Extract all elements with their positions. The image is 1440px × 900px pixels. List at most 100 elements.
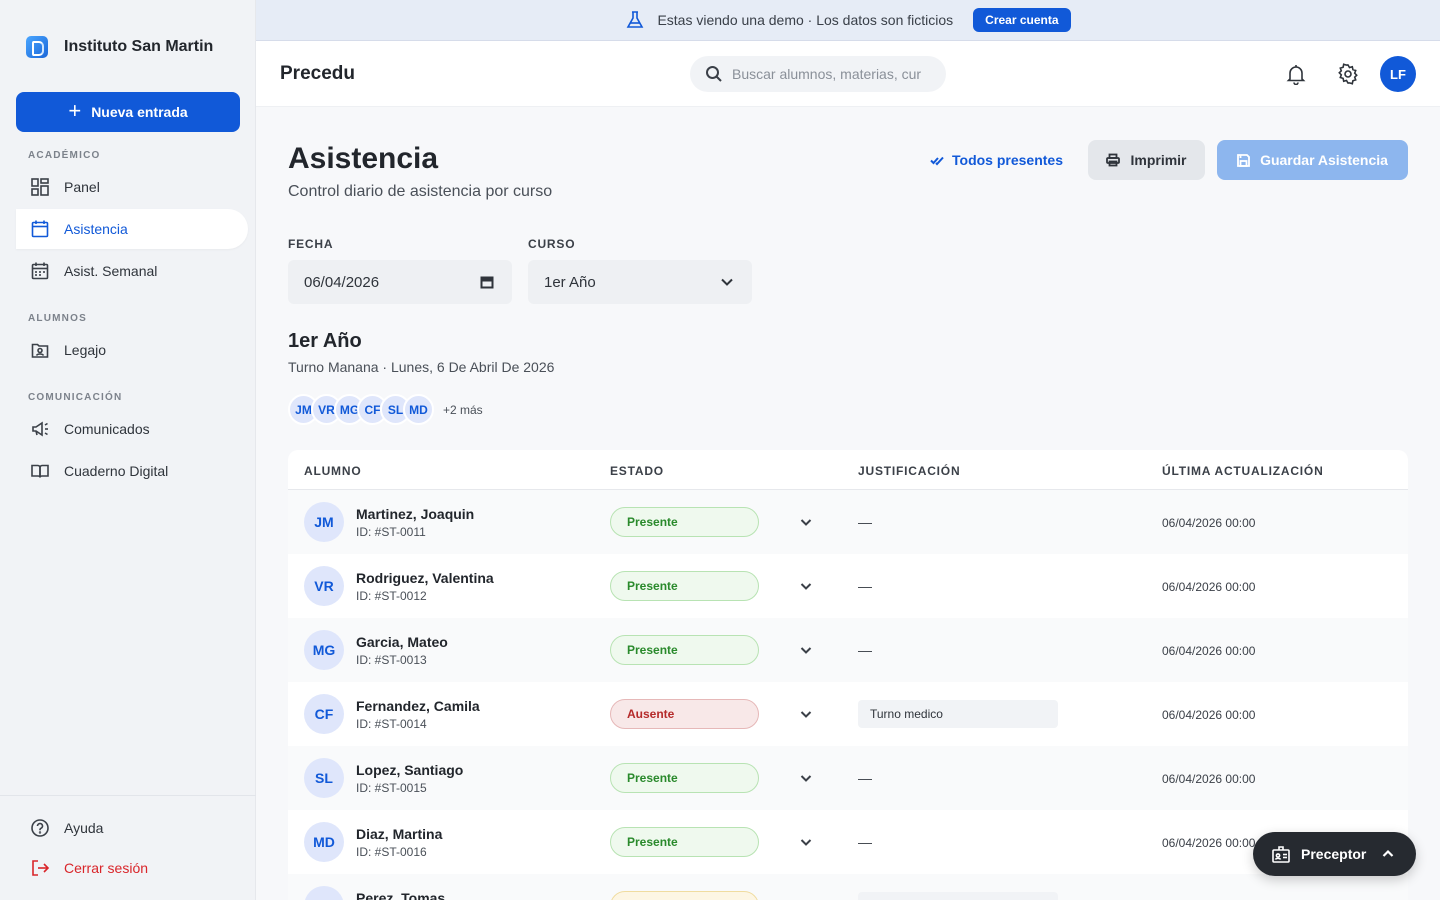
new-entry-button[interactable]: + Nueva entrada xyxy=(16,92,240,132)
brand-name: Instituto San Martin xyxy=(64,38,214,55)
topbar: Precedu LF xyxy=(256,41,1440,107)
sidebar-item-ayuda[interactable]: Ayuda xyxy=(16,808,248,848)
status-select[interactable]: Presente xyxy=(610,507,759,537)
sidebar-item-comunicados[interactable]: Comunicados xyxy=(16,409,248,449)
table-body: JM Martinez, Joaquin ID: #ST-0011 Presen… xyxy=(288,490,1408,900)
student-name[interactable]: Martinez, Joaquin xyxy=(356,506,474,522)
gear-icon[interactable] xyxy=(1337,63,1359,85)
section-title-academico: ACADÉMICO xyxy=(28,150,101,161)
calendar-icon xyxy=(31,220,49,238)
sidebar-footer xyxy=(0,795,256,796)
sidebar-item-label: Comunicados xyxy=(64,421,150,437)
sidebar-item-legajo[interactable]: Legajo xyxy=(16,330,248,370)
section-title-comunicacion: COMUNICACIÓN xyxy=(28,392,123,403)
chevron-down-icon[interactable] xyxy=(800,772,812,784)
section-title-alumnos: ALUMNOS xyxy=(28,313,87,324)
student-name[interactable]: Rodriguez, Valentina xyxy=(356,570,494,586)
student-avatar: MD xyxy=(304,822,344,862)
create-account-button[interactable]: Crear cuenta xyxy=(973,8,1071,32)
justification-input[interactable]: Turno medico xyxy=(858,700,1058,728)
chevron-down-icon[interactable] xyxy=(800,516,812,528)
save-attendance-button[interactable]: Guardar Asistencia xyxy=(1217,140,1408,180)
date-field[interactable]: 06/04/2026 xyxy=(288,260,512,304)
attendance-table: ALUMNO ESTADO JUSTIFICACIÓN ÚLTIMA ACTUA… xyxy=(288,450,1408,900)
justification-input[interactable] xyxy=(858,892,1058,900)
brand-logo-icon xyxy=(26,36,48,58)
student-name[interactable]: Garcia, Mateo xyxy=(356,634,448,650)
sidebar-item-label: Ayuda xyxy=(64,820,104,836)
table-header: ALUMNO ESTADO JUSTIFICACIÓN ÚLTIMA ACTUA… xyxy=(288,450,1408,490)
student-name[interactable]: Fernandez, Camila xyxy=(356,698,480,714)
chevron-down-icon[interactable] xyxy=(800,836,812,848)
chevron-down-icon[interactable] xyxy=(800,580,812,592)
all-present-button[interactable]: Todos presentes xyxy=(930,150,1063,170)
table-row: VR Rodriguez, Valentina ID: #ST-0012 Pre… xyxy=(288,554,1408,618)
last-updated: 06/04/2026 00:00 xyxy=(1162,836,1256,850)
plus-icon: + xyxy=(68,98,82,123)
table-row: JM Martinez, Joaquin ID: #ST-0011 Presen… xyxy=(288,490,1408,554)
badge-icon xyxy=(1272,846,1290,863)
search-box[interactable] xyxy=(690,56,946,92)
header-justificacion: JUSTIFICACIÓN xyxy=(858,464,961,478)
status-select[interactable] xyxy=(610,891,759,900)
course-value: 1er Año xyxy=(544,273,596,291)
logout-icon xyxy=(32,860,50,876)
student-id: ID: #ST-0011 xyxy=(356,525,426,539)
more-count: +2 más xyxy=(443,402,483,417)
brand[interactable]: Instituto San Martin xyxy=(26,36,213,58)
sidebar-item-label: Asistencia xyxy=(64,221,128,237)
student-id: ID: #ST-0013 xyxy=(356,653,427,667)
search-icon xyxy=(706,66,722,82)
megaphone-icon xyxy=(32,421,48,437)
status-select[interactable]: Ausente xyxy=(610,699,759,729)
status-select[interactable]: Presente xyxy=(610,763,759,793)
chevron-down-icon[interactable] xyxy=(800,708,812,720)
demo-banner-text: Estas viendo una demo · Los datos son fi… xyxy=(657,12,954,28)
justification-empty: — xyxy=(858,770,872,786)
calendar-week-icon xyxy=(31,262,49,280)
sidebar-item-panel[interactable]: Panel xyxy=(16,167,248,207)
logout-button[interactable]: Cerrar sesión xyxy=(16,848,248,888)
bell-icon[interactable] xyxy=(1285,63,1307,85)
table-row: MD Diaz, Martina ID: #ST-0016 Presente —… xyxy=(288,810,1408,874)
status-select[interactable]: Presente xyxy=(610,571,759,601)
student-name[interactable]: Lopez, Santiago xyxy=(356,762,463,778)
date-value: 06/04/2026 xyxy=(304,273,380,291)
all-present-label: Todos presentes xyxy=(952,152,1063,168)
flask-icon xyxy=(627,11,644,28)
chevron-down-icon[interactable] xyxy=(800,644,812,656)
calendar-picker-icon[interactable] xyxy=(480,275,494,289)
id-card-icon xyxy=(31,343,49,358)
sidebar-item-cuaderno[interactable]: Cuaderno Digital xyxy=(16,451,248,491)
status-select[interactable]: Presente xyxy=(610,635,759,665)
printer-icon xyxy=(1106,153,1121,167)
student-name[interactable]: Perez, Tomas xyxy=(356,890,445,900)
sidebar-item-asistencia[interactable]: Asistencia xyxy=(16,209,248,249)
logout-label: Cerrar sesión xyxy=(64,860,149,876)
user-avatar[interactable]: LF xyxy=(1380,56,1416,92)
sidebar-item-label: Panel xyxy=(64,179,100,195)
header-alumno: ALUMNO xyxy=(304,464,362,478)
new-entry-label: Nueva entrada xyxy=(91,104,188,120)
page-title: Asistencia xyxy=(288,142,439,175)
last-updated: 06/04/2026 00:00 xyxy=(1162,580,1256,594)
search-input[interactable] xyxy=(732,66,932,82)
table-row: SL Lopez, Santiago ID: #ST-0015 Presente… xyxy=(288,746,1408,810)
help-icon xyxy=(31,819,49,837)
header-actualizacion: ÚLTIMA ACTUALIZACIÓN xyxy=(1162,464,1324,478)
justification-empty: — xyxy=(858,642,872,658)
role-switcher[interactable]: Preceptor xyxy=(1253,832,1416,876)
status-select[interactable]: Presente xyxy=(610,827,759,857)
print-label: Imprimir xyxy=(1130,152,1187,168)
table-row: PT Perez, Tomas xyxy=(288,874,1408,900)
course-select[interactable]: 1er Año xyxy=(528,260,752,304)
student-avatar: CF xyxy=(304,694,344,734)
sidebar-item-asist-semanal[interactable]: Asist. Semanal xyxy=(16,251,248,291)
app-title: Precedu xyxy=(280,63,355,84)
student-id: ID: #ST-0015 xyxy=(356,781,427,795)
print-button[interactable]: Imprimir xyxy=(1088,140,1205,180)
sidebar-item-label: Asist. Semanal xyxy=(64,263,158,279)
course-label: CURSO xyxy=(528,237,576,251)
justification-empty: — xyxy=(858,514,872,530)
student-name[interactable]: Diaz, Martina xyxy=(356,826,442,842)
